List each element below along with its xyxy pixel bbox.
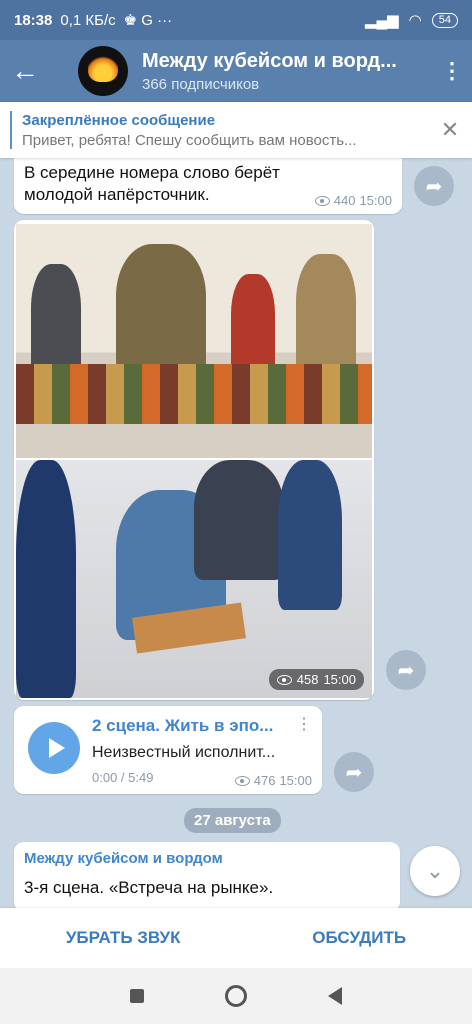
message-time: 15:00 [323, 672, 356, 687]
notification-icons: ♚ G ··· [123, 12, 173, 29]
thimblerigger-illustration-photo[interactable]: 458 15:00 [16, 460, 372, 698]
share-button[interactable]: ➦ [334, 752, 374, 792]
message-sender: Между кубейсом и вордом [24, 850, 223, 867]
mute-button[interactable]: УБРАТЬ ЗВУК [66, 928, 181, 948]
system-back-icon[interactable] [327, 987, 342, 1005]
share-button[interactable]: ➦ [386, 650, 426, 690]
view-count: 458 [296, 672, 319, 687]
view-count: 440 [333, 193, 356, 208]
channel-title: Между кубейсом и ворд... [142, 49, 397, 72]
flame-logo-icon [88, 54, 118, 82]
audio-options-icon[interactable]: ⋮ [296, 714, 312, 734]
view-count: 476 [253, 773, 276, 788]
status-time: 18:38 [14, 11, 53, 29]
market-illustration-photo[interactable] [16, 224, 372, 458]
back-arrow-icon[interactable]: ← [0, 55, 50, 87]
views-icon [314, 195, 330, 206]
more-options-icon[interactable]: ⋮ [432, 58, 472, 84]
message-bubble[interactable]: В середине номера слово берёт молодой на… [14, 150, 402, 214]
recents-icon[interactable] [130, 989, 145, 1003]
status-speed: 0,1 КБ/с [60, 11, 116, 29]
home-icon[interactable] [224, 985, 247, 1007]
channel-action-bar: УБРАТЬ ЗВУК ОБСУДИТЬ [0, 908, 472, 968]
pinned-body: Привет, ребята! Спешу сообщить вам новос… [22, 131, 357, 149]
pinned-title: Закреплённое сообщение [22, 111, 216, 129]
discuss-button[interactable]: ОБСУДИТЬ [312, 928, 406, 948]
scroll-down-icon[interactable]: ⌄ [410, 846, 460, 896]
signal-icon: ▂▄▆ [364, 12, 399, 29]
message-text-line: В середине номера слово берёт [24, 163, 280, 182]
subscriber-count: 366 подписчиков [142, 75, 260, 93]
audio-title: 2 сцена. Жить в эпо... [92, 716, 274, 735]
chat-header: ← Между кубейсом и ворд... 366 подписчик… [0, 40, 472, 102]
audio-message[interactable]: 2 сцена. Жить в эпо... Неизвестный испол… [14, 706, 322, 794]
audio-duration: 0:00 / 5:49 [92, 770, 154, 785]
audio-artist: Неизвестный исполнит... [92, 744, 276, 761]
message-time: 15:00 [279, 773, 312, 788]
message-bubble[interactable]: Между кубейсом и вордом 3-я сцена. «Встр… [14, 842, 400, 912]
battery-indicator: 54 [431, 12, 458, 28]
close-pinned-icon[interactable]: ✕ [428, 117, 472, 143]
message-meta: 476 15:00 [234, 773, 312, 788]
message-text-line: молодой напёрсточник. [24, 185, 210, 204]
message-time: 15:00 [359, 193, 392, 208]
message-text: 3-я сцена. «Встреча на рынке». [24, 878, 274, 897]
pinned-message[interactable]: Закреплённое сообщение Привет, ребята! С… [0, 102, 472, 158]
channel-info[interactable]: Между кубейсом и ворд... 366 подписчиков [142, 50, 432, 93]
system-nav-bar [0, 968, 472, 1024]
wifi-icon: ◠ [408, 12, 422, 29]
photo-meta: 458 15:00 [268, 669, 364, 690]
views-icon [234, 775, 250, 786]
pinned-indicator [10, 111, 12, 149]
play-icon[interactable] [28, 722, 80, 774]
message-meta: 440 15:00 [314, 193, 392, 208]
channel-avatar[interactable] [78, 46, 128, 96]
status-bar: 18:38 0,1 КБ/с ♚ G ··· ▂▄▆ ◠ 54 [0, 0, 472, 40]
share-button[interactable]: ➦ [414, 166, 454, 206]
views-icon [276, 674, 292, 685]
date-separator: 27 августа [184, 808, 281, 833]
